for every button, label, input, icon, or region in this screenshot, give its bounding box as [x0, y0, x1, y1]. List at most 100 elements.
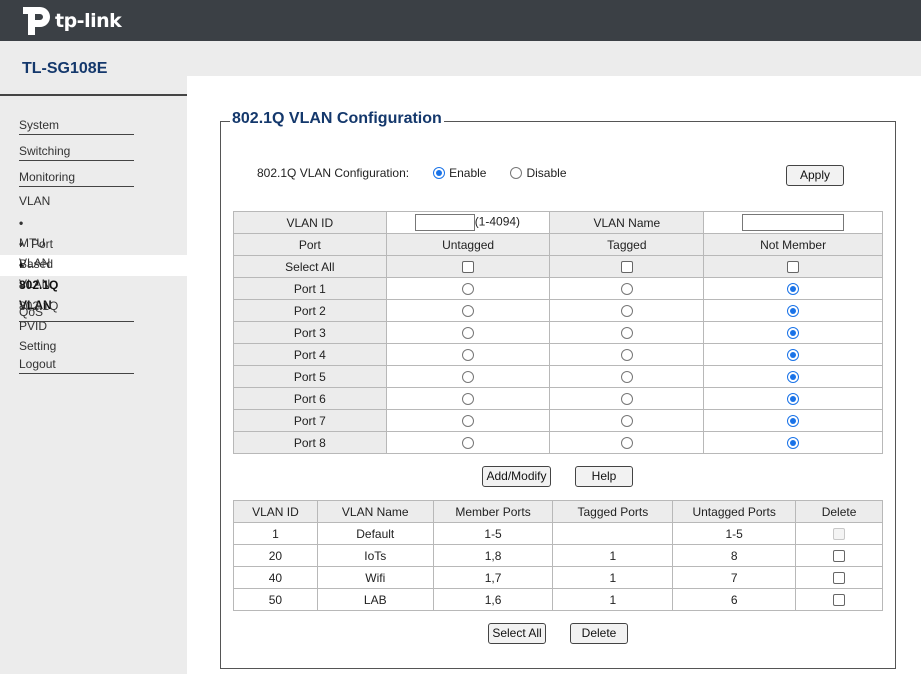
port-row: Port 6	[233, 387, 883, 410]
delete-vlan-checkbox[interactable]	[833, 550, 846, 563]
vlan-cell-delete	[795, 522, 883, 545]
port-7-not-member-radio[interactable]	[787, 415, 800, 428]
port-cell	[385, 365, 551, 388]
vlan-cell-name: Default	[316, 522, 434, 545]
vlan-cell-members: 1,8	[432, 544, 554, 567]
port-cell	[385, 387, 551, 410]
sidebar-item-8021q-vlan[interactable]: •802.1Q VLAN	[19, 255, 58, 312]
vlan-list-col-header: Untagged Ports	[672, 500, 797, 523]
vlan-id-row: VLAN ID (1-4094) VLAN Name	[233, 211, 883, 234]
port-4-not-member-radio[interactable]	[787, 349, 800, 362]
top-bar: tp-link	[0, 0, 921, 41]
select-all-not-member-checkbox[interactable]	[787, 261, 800, 274]
sidebar-item-mtu-vlan[interactable]: •MTU VLAN	[19, 213, 50, 270]
port-3-tagged-radio[interactable]	[620, 327, 633, 340]
port-cell	[549, 409, 705, 432]
vlan-list-table: VLAN ID VLAN Name Member Ports Tagged Ports…	[233, 500, 883, 611]
enable-radio[interactable]	[433, 167, 446, 179]
vlan-cell-tagged	[552, 522, 674, 545]
port-7-untagged-radio[interactable]	[462, 415, 475, 428]
port-row: Port 7	[233, 409, 883, 432]
col-not-member: Not Member	[703, 233, 883, 256]
port-cell	[549, 277, 705, 300]
port-8-not-member-radio[interactable]	[787, 437, 800, 450]
sidebar-item-logout[interactable]: Logout	[19, 352, 134, 374]
port-4-untagged-radio[interactable]	[462, 349, 475, 362]
vlan-enable-row: 802.1Q VLAN Configuration: Enable Disabl…	[257, 166, 567, 180]
sidebar-item-pvid-setting[interactable]: •802.1Q PVID Setting	[19, 276, 58, 353]
vlan-cell-delete	[795, 566, 883, 589]
port-5-untagged-radio[interactable]	[462, 371, 475, 384]
delete-button[interactable]: Delete	[570, 623, 628, 644]
port-6-not-member-radio[interactable]	[787, 393, 800, 406]
port-4-tagged-radio[interactable]	[620, 349, 633, 362]
port-2-untagged-radio[interactable]	[462, 305, 475, 318]
sidebar-item-switching[interactable]: Switching	[19, 139, 134, 161]
vlan-list-col-header: Tagged Ports	[552, 500, 674, 523]
vlan-name-input[interactable]	[742, 214, 845, 231]
delete-vlan-checkbox[interactable]	[833, 594, 846, 607]
port-label: Port 4	[233, 343, 387, 366]
table-row: 50 LAB 1,6 1 6	[233, 588, 883, 611]
help-button[interactable]: Help	[575, 466, 633, 487]
port-cell	[549, 365, 705, 388]
col-tagged: Tagged	[549, 233, 705, 256]
port-cell	[703, 277, 883, 300]
port-6-tagged-radio[interactable]	[620, 393, 633, 406]
disable-radio[interactable]	[510, 167, 523, 179]
sidebar-item-vlan[interactable]: VLAN	[19, 191, 50, 211]
vlan-cell-id: 20	[233, 544, 318, 567]
col-port: Port	[233, 233, 387, 256]
select-all-button[interactable]: Select All	[488, 623, 546, 644]
vlan-list-col-header: Delete	[795, 500, 883, 523]
port-3-untagged-radio[interactable]	[462, 327, 475, 340]
select-all-label: Select All	[233, 255, 387, 278]
vlan-cell-id: 50	[233, 588, 318, 611]
port-8-tagged-radio[interactable]	[620, 437, 633, 450]
port-cell	[703, 431, 883, 454]
vlan-cell-delete	[795, 544, 883, 567]
vlan-cell-members: 1,6	[432, 588, 554, 611]
port-1-untagged-radio[interactable]	[462, 283, 475, 296]
tp-link-logo: tp-link	[20, 3, 122, 39]
port-2-tagged-radio[interactable]	[620, 305, 633, 318]
select-all-tagged-checkbox[interactable]	[620, 261, 633, 274]
vlan-id-input[interactable]	[414, 214, 475, 231]
port-cell	[703, 321, 883, 344]
port-cell	[549, 321, 705, 344]
sidebar-item-monitoring[interactable]: Monitoring	[19, 165, 134, 187]
port-3-not-member-radio[interactable]	[787, 327, 800, 340]
port-5-not-member-radio[interactable]	[787, 371, 800, 384]
port-2-not-member-radio[interactable]	[787, 305, 800, 318]
port-1-not-member-radio[interactable]	[787, 283, 800, 296]
port-row: Port 1	[233, 277, 883, 300]
config-label: 802.1Q VLAN Configuration:	[257, 166, 410, 180]
apply-button[interactable]: Apply	[786, 165, 844, 186]
port-1-tagged-radio[interactable]	[620, 283, 633, 296]
port-5-tagged-radio[interactable]	[620, 371, 633, 384]
port-cell	[549, 299, 705, 322]
port-cell	[385, 299, 551, 322]
sidebar-item-port-based-vlan[interactable]: • Port Based VLAN	[19, 234, 53, 291]
vlan-cell-tagged: 1	[552, 566, 674, 589]
port-6-untagged-radio[interactable]	[462, 393, 475, 406]
sidebar-item-system[interactable]: System	[19, 113, 134, 135]
add-modify-button[interactable]: Add/Modify	[482, 466, 551, 487]
vlan-cell-id: 1	[233, 522, 318, 545]
enable-label: Enable	[449, 166, 487, 180]
port-8-untagged-radio[interactable]	[462, 437, 475, 450]
vlan-cell-id: 40	[233, 566, 318, 589]
port-label: Port 8	[233, 431, 387, 454]
disable-label: Disable	[526, 166, 567, 180]
sidebar-item-qos[interactable]: QoS	[19, 300, 134, 322]
select-all-untagged-checkbox[interactable]	[462, 261, 475, 274]
model-header: TL-SG108E	[0, 41, 187, 96]
delete-vlan-checkbox[interactable]	[833, 572, 846, 585]
port-7-tagged-radio[interactable]	[620, 415, 633, 428]
port-cell	[385, 431, 551, 454]
port-row: Port 4	[233, 343, 883, 366]
vlan-list-header: VLAN ID VLAN Name Member Ports Tagged Ports…	[233, 500, 883, 523]
model-name: TL-SG108E	[22, 60, 108, 77]
port-cell	[385, 343, 551, 366]
vlan-cell-members: 1,7	[432, 566, 554, 589]
